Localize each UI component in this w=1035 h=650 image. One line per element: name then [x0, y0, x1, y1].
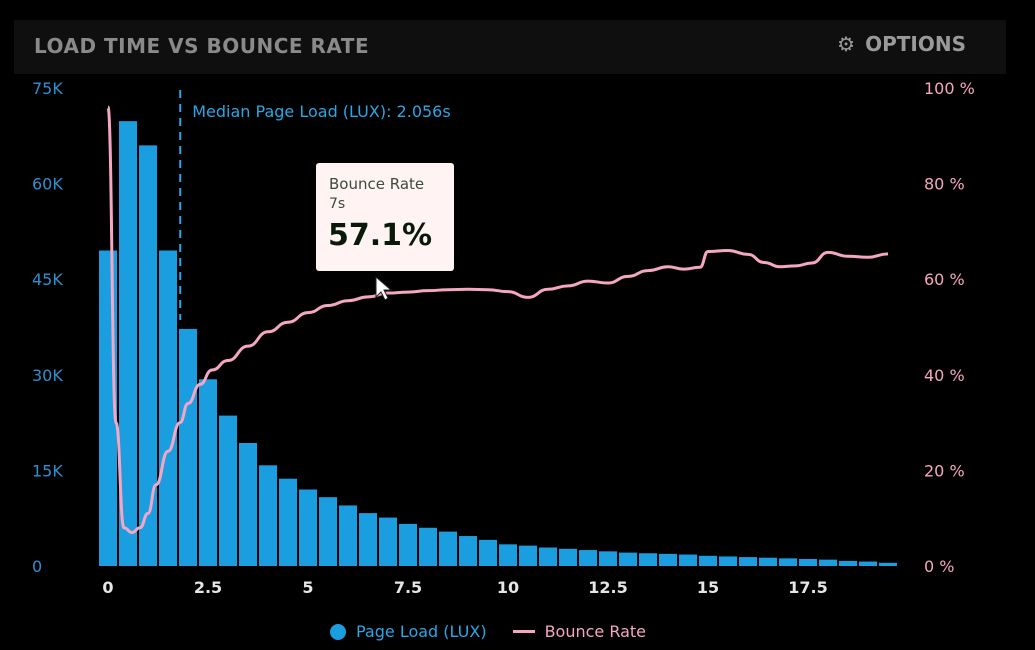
- page-load-bar: [439, 531, 457, 566]
- page-load-bar: [779, 558, 797, 566]
- legend-label-page-load: Page Load (LUX): [356, 622, 487, 641]
- page-load-bar: [639, 553, 657, 566]
- page-load-bar: [159, 250, 177, 566]
- page-load-bar: [839, 560, 857, 566]
- page-load-bar: [259, 465, 277, 566]
- page-load-bar: [459, 536, 477, 566]
- page-load-bar: [699, 555, 717, 566]
- page-load-bar: [419, 527, 437, 566]
- left-axis-tick-label: 30K: [32, 366, 63, 385]
- page-load-bar: [819, 559, 837, 566]
- page-load-bar: [479, 539, 497, 566]
- page-load-bar: [139, 145, 157, 567]
- bars-layer: [99, 121, 897, 567]
- page-load-bar: [339, 505, 357, 566]
- x-axis-tick-label: 17.5: [788, 578, 827, 597]
- mouse-cursor-icon: [375, 275, 393, 301]
- page-load-bar: [379, 517, 397, 566]
- x-axis-tick-label: 10: [497, 578, 519, 597]
- right-axis-tick-label: 100 %: [924, 79, 975, 98]
- x-axis-tick-label: 0: [102, 578, 113, 597]
- legend-item-page-load[interactable]: Page Load (LUX): [330, 622, 487, 641]
- page-load-bar: [179, 328, 197, 566]
- page-load-bar: [359, 513, 377, 566]
- page-load-bar: [619, 552, 637, 566]
- x-axis-tick-label: 15: [697, 578, 719, 597]
- page-load-bar: [599, 551, 617, 566]
- page-load-bar: [739, 557, 757, 566]
- left-axis-tick-label: 0: [32, 557, 42, 576]
- tooltip-x: 7s: [329, 196, 346, 212]
- page-load-bar: [719, 556, 737, 566]
- page-load-bar: [519, 545, 537, 566]
- page-load-bar: [279, 478, 297, 566]
- x-axis-tick-label: 2.5: [194, 578, 222, 597]
- right-axis-tick-label: 60 %: [924, 270, 965, 289]
- tooltip-value: 57.1%: [328, 218, 433, 253]
- right-axis-tick-label: 0 %: [924, 557, 954, 576]
- page-load-bar: [559, 548, 577, 566]
- page-load-bar: [199, 379, 217, 566]
- chart-canvas: Median Page Load (LUX): 2.056s 0 15K 30K 45…: [32, 79, 975, 597]
- page-load-bar: [879, 562, 897, 566]
- x-axis-tick-label: 12.5: [588, 578, 627, 597]
- right-axis-tick-label: 40 %: [924, 366, 965, 385]
- median-label: Median Page Load (LUX): 2.056s: [192, 102, 450, 121]
- page-load-bar: [219, 415, 237, 566]
- tooltip-label: Bounce Rate: [329, 175, 425, 193]
- left-axis-tick-label: 15K: [32, 461, 63, 480]
- page-load-bar: [659, 553, 677, 566]
- page-load-bar: [399, 523, 417, 566]
- legend-label-bounce-rate: Bounce Rate: [544, 622, 647, 641]
- chart-legend: Page Load (LUX) Bounce Rate: [330, 622, 672, 641]
- page-load-bar: [579, 550, 597, 566]
- page-load-bar: [239, 442, 257, 566]
- right-axis-tick-label: 80 %: [924, 175, 965, 194]
- left-axis-tick-label: 75K: [32, 79, 63, 98]
- page-load-bar: [319, 497, 337, 566]
- page-load-bar: [299, 489, 317, 566]
- page-load-bar: [759, 557, 777, 566]
- page-load-bar: [499, 544, 517, 566]
- left-axis-tick-label: 60K: [32, 175, 63, 194]
- right-axis-tick-label: 20 %: [924, 461, 965, 480]
- legend-item-bounce-rate[interactable]: Bounce Rate: [512, 622, 647, 641]
- page-load-bar: [859, 561, 877, 566]
- page-load-bar: [539, 547, 557, 566]
- legend-dot-icon: [330, 623, 346, 640]
- page-load-bar: [799, 558, 817, 566]
- left-axis-tick-label: 45K: [32, 270, 63, 289]
- legend-line-icon: [512, 630, 535, 633]
- bounce-rate-tooltip: Bounce Rate 7s 57.1%: [316, 163, 454, 271]
- x-axis-tick-label: 7.5: [394, 578, 422, 597]
- x-axis-tick-label: 5: [302, 578, 313, 597]
- page-load-bar: [679, 554, 697, 566]
